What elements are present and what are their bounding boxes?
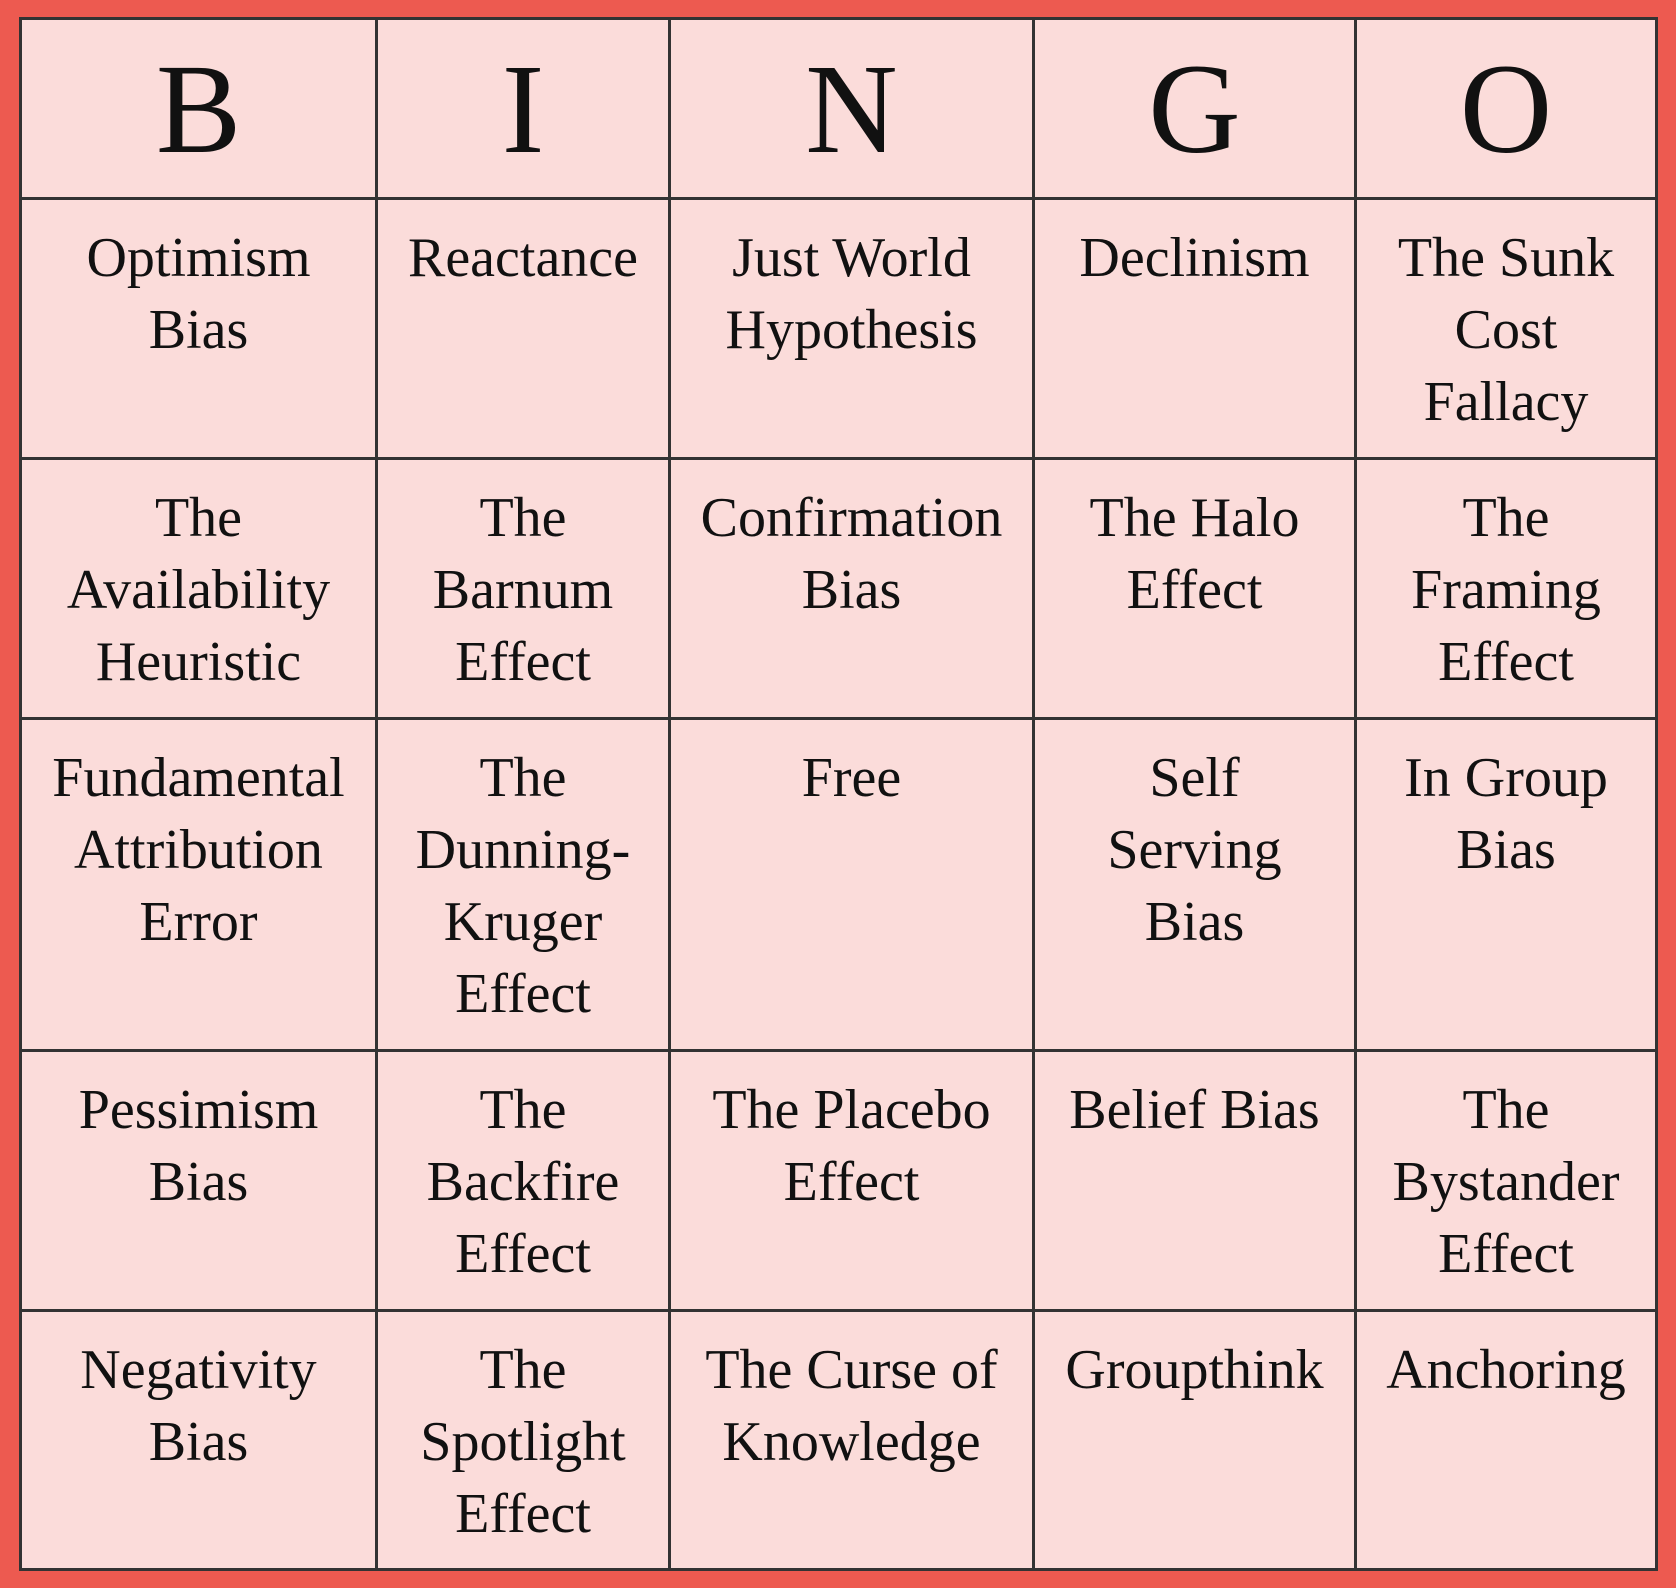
header-letter-o: O [1459, 37, 1553, 180]
bingo-square-r2-c5[interactable]: The Framing Effect [1357, 460, 1655, 720]
bingo-square-r1-c4[interactable]: Declinism [1035, 200, 1357, 460]
header-letter-i: I [501, 37, 545, 180]
square-label: Groupthink [1065, 1339, 1324, 1401]
bingo-square-r5-c2[interactable]: The Spotlight Effect [378, 1312, 671, 1568]
square-label: The Placebo Effect [712, 1079, 991, 1213]
square-label: The Availability Heuristic [66, 487, 331, 693]
square-label: The Halo Effect [1089, 487, 1300, 621]
bingo-square-r3-c5[interactable]: In Group Bias [1357, 720, 1655, 1052]
header-letter-g: G [1148, 37, 1241, 180]
square-label: Optimism Bias [86, 227, 311, 361]
bingo-square-r3-c1[interactable]: Fundamental Attribution Error [22, 720, 378, 1052]
square-label: The Curse of Knowledge [705, 1339, 998, 1473]
square-label: The Backfire Effect [426, 1079, 620, 1285]
square-label: Just World Hypothesis [725, 227, 978, 361]
square-label: The Spotlight Effect [420, 1339, 626, 1545]
bingo-square-r2-c4[interactable]: The Halo Effect [1035, 460, 1357, 720]
square-label: The Bystander Effect [1392, 1079, 1620, 1285]
square-label: Fundamental Attribution Error [52, 747, 345, 953]
square-label: Reactance [407, 227, 639, 289]
header-letter-n: N [805, 37, 898, 180]
bingo-square-r1-c3[interactable]: Just World Hypothesis [671, 200, 1035, 460]
bingo-square-r2-c1[interactable]: The Availability Heuristic [22, 460, 378, 720]
bingo-square-r3-c2[interactable]: The Dunning- Kruger Effect [378, 720, 671, 1052]
bingo-square-r5-c1[interactable]: Negativity Bias [22, 1312, 378, 1568]
header-letter-b: B [155, 37, 242, 180]
free-square[interactable]: Free [671, 720, 1035, 1052]
bingo-square-r2-c2[interactable]: The Barnum Effect [378, 460, 671, 720]
square-label: The Barnum Effect [432, 487, 614, 693]
bingo-square-r4-c5[interactable]: The Bystander Effect [1357, 1052, 1655, 1312]
bingo-square-r4-c1[interactable]: Pessimism Bias [22, 1052, 378, 1312]
square-label: The Framing Effect [1411, 487, 1601, 693]
square-label: Negativity Bias [80, 1339, 317, 1473]
bingo-square-r5-c4[interactable]: Groupthink [1035, 1312, 1357, 1568]
header-cell-i: I [378, 20, 671, 200]
bingo-square-r2-c3[interactable]: Confirmation Bias [671, 460, 1035, 720]
bingo-square-r4-c4[interactable]: Belief Bias [1035, 1052, 1357, 1312]
square-label: Pessimism Bias [78, 1079, 319, 1213]
bingo-square-r1-c5[interactable]: The Sunk Cost Fallacy [1357, 200, 1655, 460]
square-label: Self Serving Bias [1107, 747, 1282, 953]
bingo-square-r1-c2[interactable]: Reactance [378, 200, 671, 460]
header-cell-n: N [671, 20, 1035, 200]
header-cell-b: B [22, 20, 378, 200]
bingo-square-r5-c5[interactable]: Anchoring [1357, 1312, 1655, 1568]
header-cell-g: G [1035, 20, 1357, 200]
bingo-card: B I N G O Optimism Bias Reactance Just W… [19, 17, 1658, 1571]
square-label: The Dunning- Kruger Effect [415, 747, 631, 1025]
bingo-square-r3-c4[interactable]: Self Serving Bias [1035, 720, 1357, 1052]
square-label: Declinism [1079, 227, 1310, 289]
square-label: Free [801, 747, 902, 809]
square-label: Anchoring [1386, 1339, 1626, 1401]
square-label: Belief Bias [1069, 1079, 1320, 1141]
square-label: In Group Bias [1404, 747, 1608, 881]
square-label: Confirmation Bias [700, 487, 1003, 621]
header-cell-o: O [1357, 20, 1655, 200]
square-label: The Sunk Cost Fallacy [1397, 227, 1615, 433]
bingo-square-r5-c3[interactable]: The Curse of Knowledge [671, 1312, 1035, 1568]
bingo-square-r4-c2[interactable]: The Backfire Effect [378, 1052, 671, 1312]
bingo-square-r4-c3[interactable]: The Placebo Effect [671, 1052, 1035, 1312]
bingo-square-r1-c1[interactable]: Optimism Bias [22, 200, 378, 460]
